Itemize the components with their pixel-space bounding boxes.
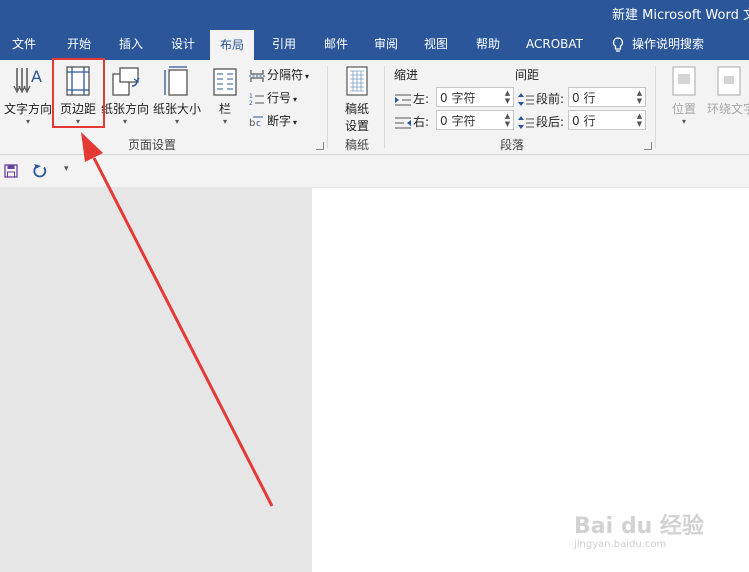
watermark-brand: Bai du 经验 <box>574 514 704 539</box>
watermark-url: jingyan.baidu.com <box>574 539 667 550</box>
annotation-arrow <box>81 132 274 507</box>
